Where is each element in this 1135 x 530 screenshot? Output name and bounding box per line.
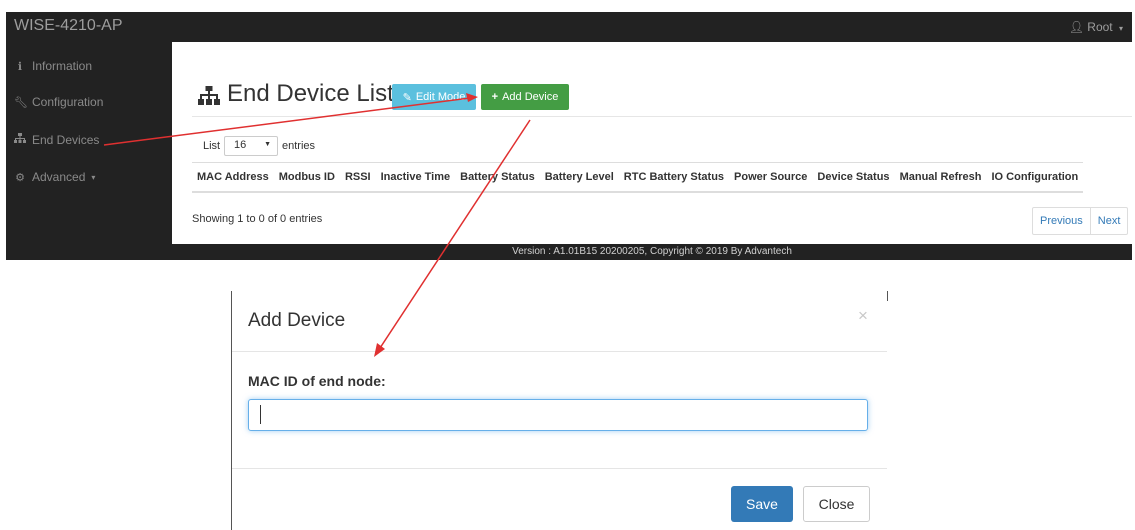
table-info: Showing 1 to 0 of 0 entries: [192, 213, 323, 225]
sidebar-item-label: Advanced: [32, 170, 86, 184]
column-header[interactable]: RTC Battery Status: [618, 162, 730, 193]
mac-id-input[interactable]: [248, 399, 868, 431]
sidebar-item-label: Configuration: [32, 95, 104, 109]
top-navbar: [6, 12, 1132, 42]
save-button[interactable]: Save: [731, 486, 793, 522]
end-device-table: MAC Address Modbus ID RSSI Inactive Time…: [192, 162, 1084, 193]
user-label: Root: [1087, 20, 1113, 34]
caret-down-icon: ▾: [91, 172, 96, 182]
title-divider: [192, 116, 1132, 117]
close-button[interactable]: Close: [803, 486, 870, 522]
sidebar-item-configuration[interactable]: 🔧︎ Configuration: [14, 95, 103, 109]
previous-button[interactable]: Previous: [1033, 208, 1090, 234]
page-title: End Device List: [227, 80, 394, 107]
user-icon: 👤︎: [1068, 20, 1084, 34]
sidebar-item-label: Information: [32, 59, 93, 73]
wrench-icon: 🔧︎: [14, 96, 28, 109]
gears-icon: ⚙︎: [15, 171, 25, 184]
sidebar-item-advanced[interactable]: ⚙︎ Advanced ▾: [14, 170, 95, 184]
modal-edge: [887, 291, 888, 301]
list-length-label: List: [203, 140, 221, 152]
sidebar-item-information[interactable]: ℹ Information: [14, 59, 92, 73]
plus-icon: +: [491, 91, 499, 103]
edit-mode-label: Edit Mode: [415, 91, 466, 103]
entries-select[interactable]: 16 ▼: [224, 136, 278, 156]
brand-title[interactable]: WISE-4210-AP: [14, 17, 122, 35]
column-header[interactable]: Manual Refresh: [894, 162, 987, 193]
column-header[interactable]: Modbus ID: [273, 162, 340, 193]
table-header-row: MAC Address Modbus ID RSSI Inactive Time…: [192, 162, 1084, 193]
modal-header-divider: [232, 351, 887, 352]
info-icon: ℹ: [17, 60, 23, 73]
sidebar-item-label: End Devices: [32, 133, 100, 147]
next-button[interactable]: Next: [1089, 208, 1128, 234]
chevron-down-icon: ▼: [264, 141, 271, 148]
sidebar-item-end-devices[interactable]: End Devices: [14, 133, 99, 147]
edit-mode-button[interactable]: ✎ Edit Mode: [392, 84, 476, 110]
entries-select-value: 16: [234, 139, 247, 151]
sitemap-icon: [14, 133, 26, 147]
text-cursor: [260, 405, 261, 424]
mac-id-label: MAC ID of end node:: [248, 373, 386, 389]
column-header[interactable]: Battery Level: [539, 162, 619, 193]
sidebar: [6, 42, 172, 260]
modal-footer-divider: [232, 468, 887, 469]
entries-label: entries: [282, 140, 316, 152]
column-header[interactable]: MAC Address: [192, 162, 274, 193]
sitemap-icon: [198, 86, 220, 111]
column-header[interactable]: Power Source: [729, 162, 813, 193]
user-menu[interactable]: 👤︎ Root ▾: [1069, 20, 1123, 34]
footer: Version : A1.01B15 20200205, Copyright ©…: [172, 244, 1132, 260]
add-device-button[interactable]: + Add Device: [481, 84, 569, 110]
column-header[interactable]: Inactive Time: [375, 162, 456, 193]
caret-down-icon: ▾: [1118, 24, 1123, 33]
arrow-head-icon: [374, 343, 385, 357]
close-icon[interactable]: ×: [858, 306, 868, 326]
modal-title: Add Device: [248, 310, 346, 331]
column-header[interactable]: IO Configuration: [986, 162, 1084, 193]
pagination: Previous Next: [1032, 207, 1129, 235]
column-header[interactable]: RSSI: [339, 162, 376, 193]
modal-edge: [231, 291, 232, 530]
column-header[interactable]: Device Status: [812, 162, 895, 193]
column-header[interactable]: Battery Status: [455, 162, 540, 193]
edit-icon: ✎: [402, 91, 412, 104]
add-device-label: Add Device: [502, 91, 559, 103]
